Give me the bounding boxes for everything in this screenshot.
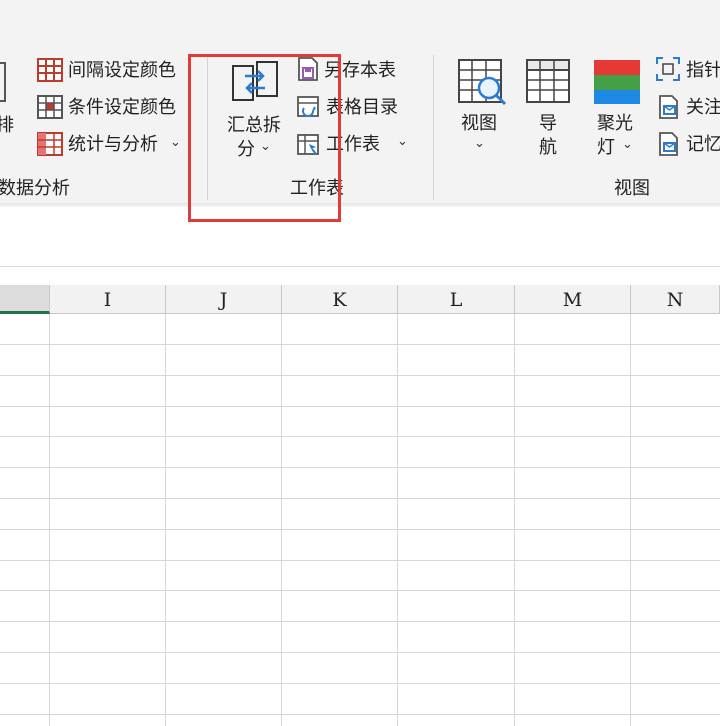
- interval-color-label: 间隔设定颜色: [68, 60, 176, 81]
- spotlight-label-line1: 聚光: [597, 113, 633, 134]
- column-header-n[interactable]: N: [631, 285, 720, 314]
- formula-bar-divider: [0, 266, 720, 267]
- statistics-icon: [37, 132, 63, 156]
- formula-bar-area[interactable]: [0, 207, 720, 267]
- group-separator: [433, 55, 434, 200]
- column-header-selected[interactable]: [0, 285, 50, 314]
- grid-row-line: [0, 375, 720, 376]
- pointer-label: 指针: [686, 60, 720, 81]
- data-analysis-group-label: 数据分析: [0, 178, 70, 199]
- partial-button-label[interactable]: 排: [0, 115, 14, 137]
- interval-color-icon: [37, 58, 63, 82]
- grid-row-line: [0, 560, 720, 561]
- view-icon: [458, 59, 507, 106]
- memory-label: 记忆: [686, 134, 720, 155]
- condition-color-label: 条件设定颜色: [68, 97, 176, 118]
- grid-row-line: [0, 714, 720, 715]
- grid-row-line: [0, 621, 720, 622]
- condition-color-icon: [37, 95, 63, 119]
- grid-row-line: [0, 529, 720, 530]
- grid-row-line: [0, 590, 720, 591]
- navigation-label-line1: 导: [539, 113, 557, 134]
- partial-button-icon: [0, 62, 6, 102]
- view-group-label: 视图: [614, 178, 650, 199]
- statistics-label: 统计与分析: [68, 134, 158, 155]
- column-header-j[interactable]: J: [166, 285, 282, 314]
- memory-icon: [659, 132, 678, 156]
- chevron-down-icon: ⌄: [397, 134, 408, 149]
- grid-row-line: [0, 498, 720, 499]
- spotlight-icon: [594, 60, 640, 104]
- pointer-icon: [656, 57, 680, 81]
- follow-icon: [659, 95, 678, 119]
- highlight-box: [188, 54, 341, 222]
- column-header-l[interactable]: L: [398, 285, 515, 314]
- grid-row-line: [0, 436, 720, 437]
- chevron-down-icon: ⌄: [170, 135, 181, 150]
- column-header-m[interactable]: M: [515, 285, 631, 314]
- chevron-down-icon: ⌄: [622, 137, 633, 152]
- grid-row-line: [0, 467, 720, 468]
- grid-row-line: [0, 344, 720, 345]
- follow-label: 关注: [686, 97, 720, 118]
- grid-row-line: [0, 683, 720, 684]
- view-label: 视图: [461, 113, 497, 134]
- navigation-label-line2: 航: [539, 137, 557, 158]
- column-header-k[interactable]: K: [282, 285, 398, 314]
- navigation-icon: [526, 59, 570, 103]
- chevron-down-icon: ⌄: [474, 136, 485, 151]
- grid-row-line: [0, 406, 720, 407]
- column-header-i[interactable]: I: [50, 285, 166, 314]
- spotlight-label-line2: 灯: [597, 137, 615, 158]
- grid-row-line: [0, 652, 720, 653]
